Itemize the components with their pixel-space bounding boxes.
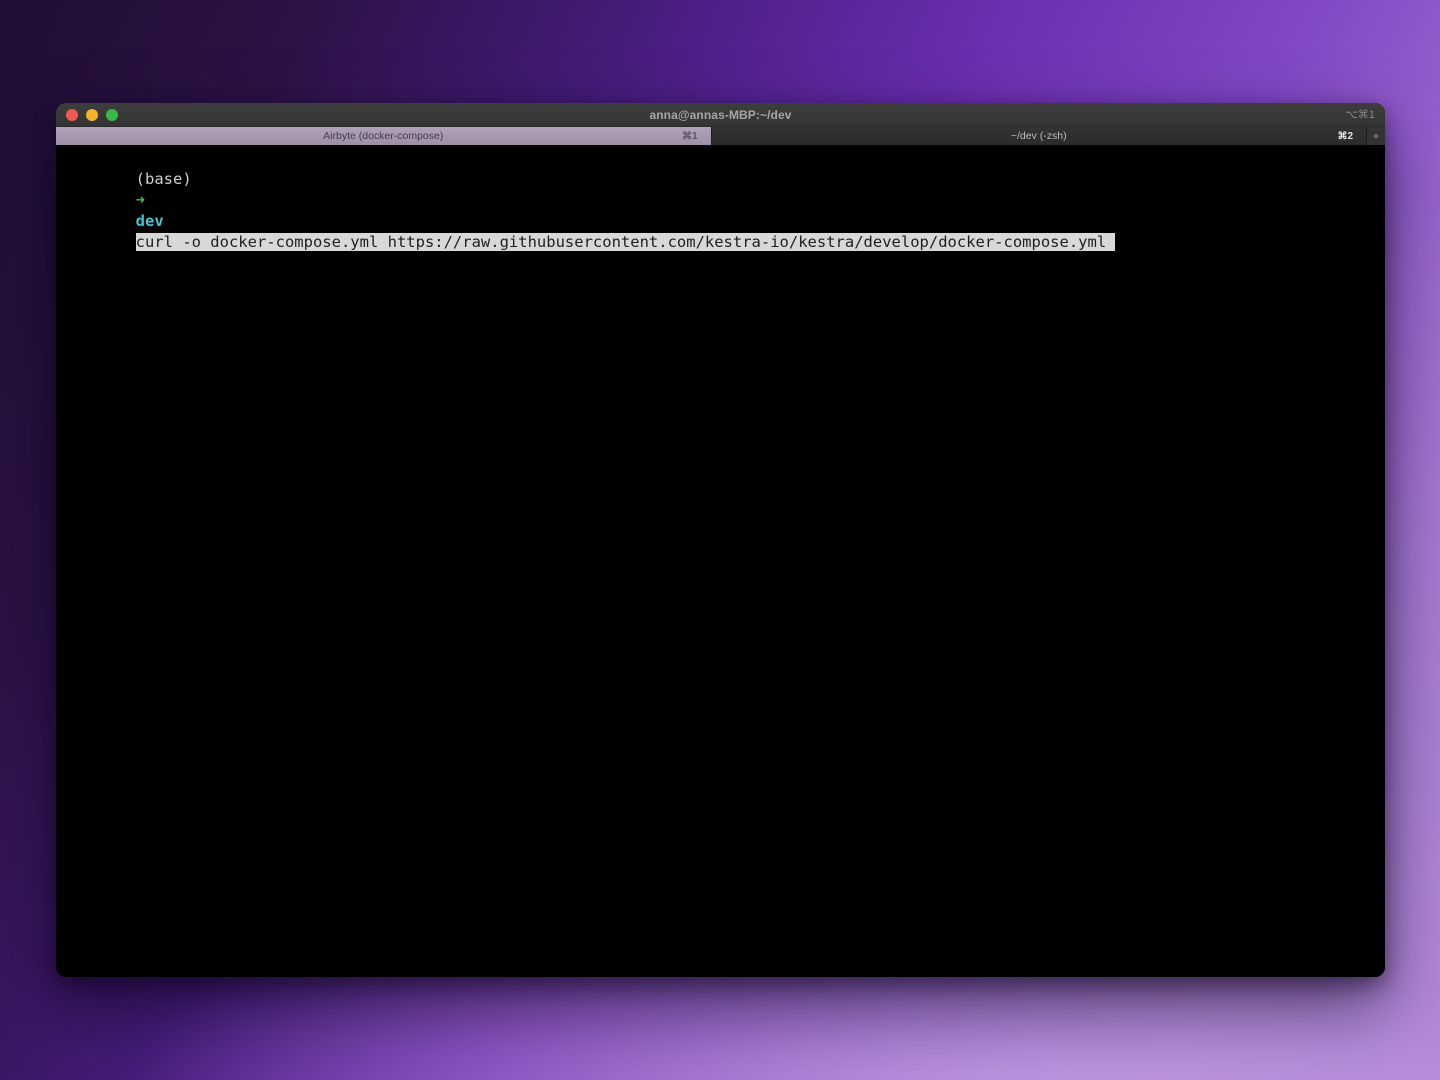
minimize-button[interactable] (86, 109, 98, 121)
tab-label: ~/dev (-zsh) (1011, 130, 1067, 142)
zoom-button[interactable] (106, 109, 118, 121)
terminal-window: anna@annas-MBP:~/dev ⌥⌘1 Airbyte (docker… (56, 103, 1385, 977)
titlebar[interactable]: anna@annas-MBP:~/dev ⌥⌘1 (56, 103, 1385, 127)
terminal-body[interactable]: (base) ➜ dev curl -o docker-compose.yml … (56, 145, 1385, 977)
tab-shortcut: ⌘2 (1337, 127, 1353, 145)
tab-airbyte-docker-compose[interactable]: Airbyte (docker-compose) ⌘1 (56, 127, 712, 145)
window-title: anna@annas-MBP:~/dev (56, 103, 1385, 126)
tab-label: Airbyte (docker-compose) (323, 130, 443, 142)
prompt-arrow-icon: ➜ (136, 191, 164, 209)
tab-dev-zsh[interactable]: ~/dev (-zsh) ⌘2 (712, 127, 1368, 145)
tab-bar: Airbyte (docker-compose) ⌘1 ~/dev (-zsh)… (56, 127, 1385, 145)
close-button[interactable] (66, 109, 78, 121)
selected-command-text[interactable]: curl -o docker-compose.yml https://raw.g… (136, 233, 1116, 251)
tab-shortcut: ⌘1 (682, 127, 698, 145)
prompt-dir-label: dev (136, 212, 173, 230)
plus-icon: + (1372, 129, 1379, 143)
prompt-line: (base) ➜ dev curl -o docker-compose.yml … (61, 148, 1380, 274)
window-controls (56, 109, 118, 121)
conda-env-label: (base) (136, 170, 201, 188)
titlebar-shortcut: ⌥⌘1 (1345, 103, 1375, 126)
new-tab-button[interactable]: + (1367, 127, 1385, 145)
desktop-background: anna@annas-MBP:~/dev ⌥⌘1 Airbyte (docker… (0, 0, 1440, 1080)
